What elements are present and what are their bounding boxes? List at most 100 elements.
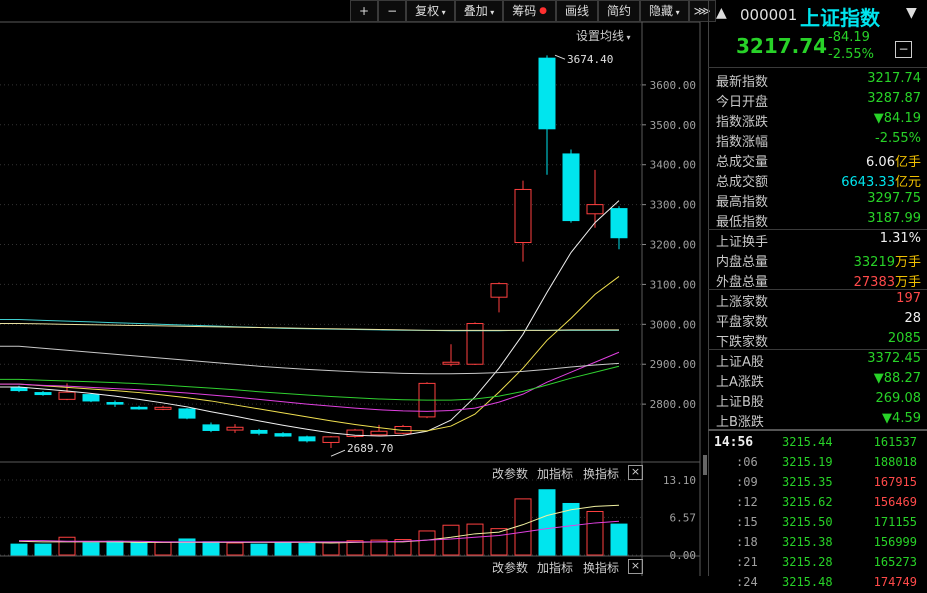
current-price: 3217.74	[736, 34, 828, 58]
next-stock-icon[interactable]: ▼	[906, 5, 917, 21]
tick-price: 3215.50	[782, 515, 833, 529]
candle	[226, 424, 244, 433]
tick-row: :12 3215.62 156469	[708, 493, 927, 513]
zoom-out-button[interactable]: −	[378, 0, 407, 22]
ma-setting-button[interactable]: 设置均线 ▾	[576, 27, 631, 44]
stat-row: 今日开盘 3287.87	[708, 90, 927, 110]
volume-bar	[58, 536, 76, 556]
chouma-button[interactable]: 筹码 ●	[503, 0, 557, 22]
tick-time: :06	[736, 455, 758, 469]
stat-label: 上A涨跌	[716, 375, 764, 390]
ticks-divider	[708, 429, 927, 431]
volume-bar	[610, 523, 628, 556]
tick-price: 3215.28	[782, 555, 833, 569]
candle	[346, 428, 364, 438]
label-gaicanshu-2[interactable]: 改参数	[492, 559, 528, 576]
candle-body	[10, 387, 28, 392]
volume-bar	[298, 543, 316, 556]
red-dot-icon: ●	[536, 6, 548, 16]
y-tick-label: 3500.00	[650, 119, 696, 132]
stat-row: 指数涨跌 ▼84.19	[708, 110, 927, 130]
candle-body	[34, 392, 52, 396]
close-indicator-button[interactable]: ×	[628, 465, 643, 480]
low-pointer	[330, 449, 346, 457]
diejia-button[interactable]: 叠加 ▾	[454, 0, 504, 22]
stat-number: 27383	[853, 275, 895, 290]
label-gaicanshu[interactable]: 改参数	[492, 465, 528, 482]
candle-body	[226, 426, 244, 431]
label-jiazhibiao-2[interactable]: 加指标	[537, 559, 573, 576]
zoom-in-button[interactable]: +	[350, 0, 379, 22]
jianyue-button[interactable]: 简约	[598, 0, 641, 22]
volume-bar	[538, 489, 556, 556]
volume-bar	[514, 498, 532, 556]
stat-value: -2.55%	[875, 131, 921, 146]
candle	[466, 322, 484, 366]
candle-body	[466, 323, 484, 365]
stat-label: 上B涨跌	[716, 415, 764, 430]
stat-row: 总成交额 6643.33亿元	[708, 170, 927, 190]
collapse-button[interactable]: −	[895, 41, 912, 58]
stock-code: 000001	[740, 6, 798, 24]
y-tick-label: 2900.00	[650, 358, 696, 371]
label-jiazhibiao[interactable]: 加指标	[537, 465, 573, 482]
stat-label: 总成交额	[716, 175, 769, 190]
candle	[442, 344, 460, 367]
candle	[154, 405, 172, 411]
tick-row: :09 3215.35 167915	[708, 473, 927, 493]
vol-tick-label: 13.10	[663, 474, 696, 487]
y-tick-label: 3400.00	[650, 159, 696, 172]
stat-label: 最低指数	[716, 215, 769, 230]
tick-price: 3215.44	[782, 435, 833, 449]
stat-number: 6.06	[866, 155, 895, 170]
candle	[514, 180, 532, 262]
yincang-button[interactable]: 隐藏 ▾	[640, 0, 689, 22]
tick-volume: 167915	[873, 475, 917, 489]
stat-number: -2.55%	[875, 131, 921, 146]
stat-label: 最高指数	[716, 195, 769, 210]
tick-price: 3215.19	[782, 455, 833, 469]
stat-row: 上证B股 269.08	[708, 390, 927, 410]
volume-bar	[202, 541, 220, 556]
tick-time: :15	[736, 515, 758, 529]
fuquan-label: 复权	[415, 4, 440, 18]
volume-bar	[466, 523, 484, 556]
close-indicator-button-2[interactable]: ×	[628, 559, 643, 574]
tick-price: 3215.38	[782, 535, 833, 549]
stat-unit: 亿手	[894, 155, 921, 170]
price-change-pct: -2.55%	[828, 47, 874, 62]
stat-row: 上A涨跌 ▼88.27	[708, 370, 927, 390]
volume-bar	[226, 542, 244, 556]
yincang-label: 隐藏	[649, 4, 674, 18]
fuquan-button[interactable]: 复权 ▾	[406, 0, 455, 22]
stat-unit: 亿元	[894, 175, 921, 190]
stat-row: 上证A股 3372.45	[708, 350, 927, 370]
chouma-label: 筹码	[512, 4, 537, 18]
label-huanzhibiao-2[interactable]: 换指标	[583, 559, 619, 576]
volume-bar	[106, 540, 124, 556]
volume-bar	[418, 530, 436, 556]
stat-number: 3287.87	[867, 91, 921, 106]
stat-row: 上证换手 1.31%	[708, 230, 927, 250]
tick-row: :24 3215.48 174749	[708, 573, 927, 593]
ma-setting-label: 设置均线	[576, 29, 625, 43]
candle	[34, 390, 52, 396]
stat-value: 33219万手	[854, 251, 921, 270]
stat-label: 平盘家数	[716, 315, 769, 330]
diejia-label: 叠加	[463, 4, 488, 18]
prev-stock-icon[interactable]: ▲	[716, 5, 727, 21]
volume-bar	[154, 541, 172, 556]
candle-body	[58, 391, 76, 400]
tick-time: :09	[736, 475, 758, 489]
high-pointer	[554, 54, 566, 60]
stat-label: 下跌家数	[716, 335, 769, 350]
tick-volume: 188018	[873, 455, 917, 469]
tick-price: 3215.48	[782, 575, 833, 589]
tick-volume: 171155	[873, 515, 917, 529]
stat-label: 上涨家数	[716, 295, 769, 310]
huaxian-button[interactable]: 画线	[556, 0, 599, 22]
stat-number: 28	[904, 311, 921, 326]
stat-number: 197	[896, 291, 921, 306]
label-huanzhibiao[interactable]: 换指标	[583, 465, 619, 482]
tick-time: :24	[736, 575, 758, 589]
